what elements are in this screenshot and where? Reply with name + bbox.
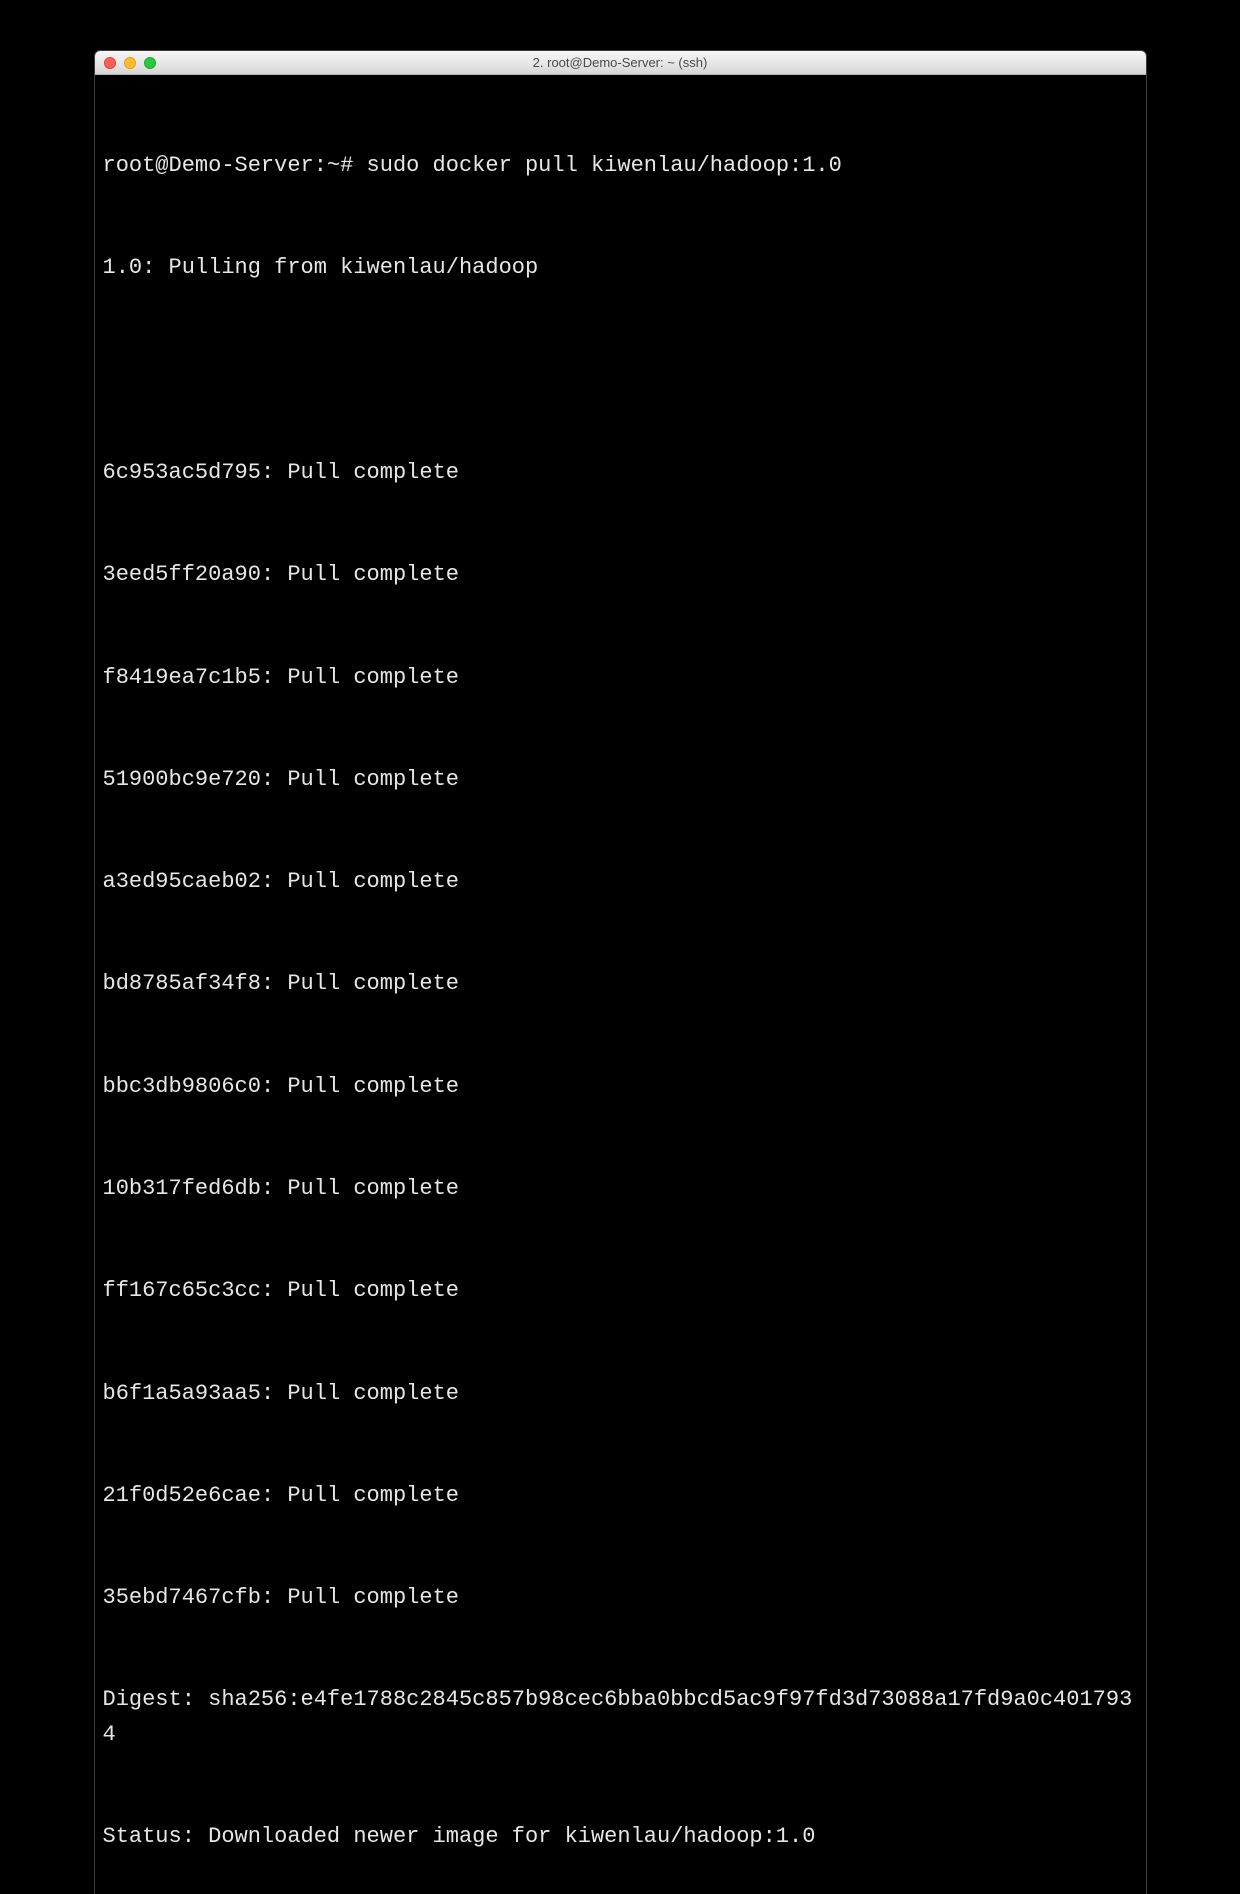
layer-line: b6f1a5a93aa5: Pull complete: [103, 1377, 1138, 1411]
layer-status: Pull complete: [287, 1074, 459, 1099]
layer-id: f8419ea7c1b5: [103, 665, 261, 690]
layer-id: bbc3db9806c0: [103, 1074, 261, 1099]
command-line: root@Demo-Server:~# sudo docker pull kiw…: [103, 149, 1138, 183]
terminal-body[interactable]: root@Demo-Server:~# sudo docker pull kiw…: [95, 75, 1146, 1894]
layer-status: Pull complete: [287, 971, 459, 996]
layer-status: Pull complete: [287, 1381, 459, 1406]
layer-line: bd8785af34f8: Pull complete: [103, 967, 1138, 1001]
status-line: Status: Downloaded newer image for kiwen…: [103, 1820, 1138, 1854]
maximize-icon[interactable]: [144, 57, 156, 69]
layer-line: 35ebd7467cfb: Pull complete: [103, 1581, 1138, 1615]
layer-line: a3ed95caeb02: Pull complete: [103, 865, 1138, 899]
layer-line: 21f0d52e6cae: Pull complete: [103, 1479, 1138, 1513]
layer-id: bd8785af34f8: [103, 971, 261, 996]
command-text: sudo docker pull kiwenlau/hadoop:1.0: [367, 153, 842, 178]
output-line: 1.0: Pulling from kiwenlau/hadoop: [103, 251, 1138, 285]
layer-line: 10b317fed6db: Pull complete: [103, 1172, 1138, 1206]
layer-line: 51900bc9e720: Pull complete: [103, 763, 1138, 797]
blank-line: [103, 354, 1138, 388]
layer-line: 3eed5ff20a90: Pull complete: [103, 558, 1138, 592]
window-title: 2. root@Demo-Server: ~ (ssh): [95, 55, 1146, 70]
layer-id: 21f0d52e6cae: [103, 1483, 261, 1508]
shell-prompt: root@Demo-Server:~#: [103, 153, 354, 178]
traffic-lights: [104, 57, 156, 69]
layer-status: Pull complete: [287, 869, 459, 894]
layer-line: 6c953ac5d795: Pull complete: [103, 456, 1138, 490]
layer-id: 3eed5ff20a90: [103, 562, 261, 587]
layer-id: 35ebd7467cfb: [103, 1585, 261, 1610]
layer-status: Pull complete: [287, 1278, 459, 1303]
layer-id: ff167c65c3cc: [103, 1278, 261, 1303]
layer-status: Pull complete: [287, 1483, 459, 1508]
layer-id: 10b317fed6db: [103, 1176, 261, 1201]
layer-status: Pull complete: [287, 1176, 459, 1201]
layer-line: ff167c65c3cc: Pull complete: [103, 1274, 1138, 1308]
layer-id: 6c953ac5d795: [103, 460, 261, 485]
layer-line: bbc3db9806c0: Pull complete: [103, 1070, 1138, 1104]
layer-status: Pull complete: [287, 460, 459, 485]
layer-id: b6f1a5a93aa5: [103, 1381, 261, 1406]
window-titlebar[interactable]: 2. root@Demo-Server: ~ (ssh): [95, 51, 1146, 75]
layer-status: Pull complete: [287, 1585, 459, 1610]
layer-status: Pull complete: [287, 562, 459, 587]
terminal-window: 2. root@Demo-Server: ~ (ssh) root@Demo-S…: [94, 50, 1147, 1894]
close-icon[interactable]: [104, 57, 116, 69]
layer-id: 51900bc9e720: [103, 767, 261, 792]
layer-id: a3ed95caeb02: [103, 869, 261, 894]
layer-status: Pull complete: [287, 665, 459, 690]
layer-line: f8419ea7c1b5: Pull complete: [103, 661, 1138, 695]
minimize-icon[interactable]: [124, 57, 136, 69]
digest-line: Digest: sha256:e4fe1788c2845c857b98cec6b…: [103, 1683, 1138, 1751]
layer-status: Pull complete: [287, 767, 459, 792]
